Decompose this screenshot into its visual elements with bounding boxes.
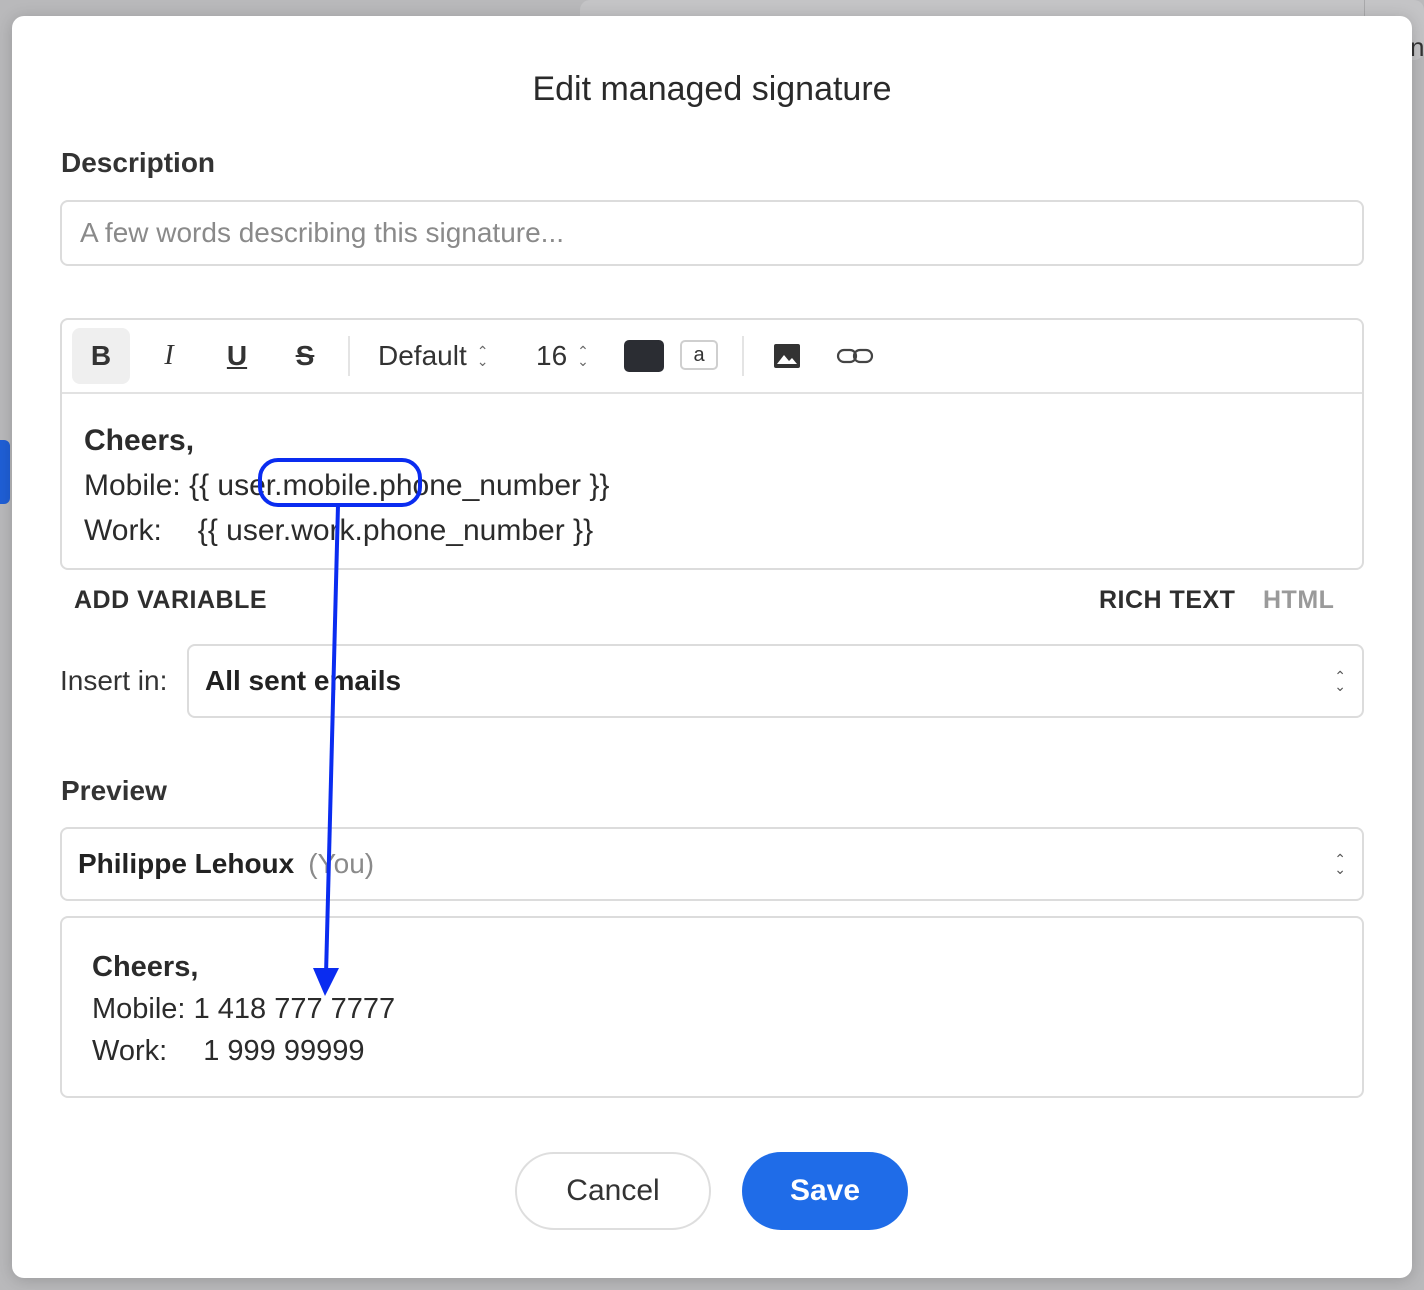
signature-editor: B I U S Default ⌃ ⌄ 16 ⌃ ⌄ a Cheers, Mob… [60,318,1364,570]
preview-work-label: Work: [92,1035,168,1067]
italic-button[interactable]: I [140,328,198,384]
updown-chevron-icon: ⌃ ⌄ [1334,851,1346,877]
font-size-select[interactable]: 16 ⌃ ⌄ [536,328,600,384]
html-tab[interactable]: HTML [1263,586,1334,615]
updown-chevron-icon: ⌃ ⌄ [476,343,489,369]
preview-user-select[interactable]: Philippe Lehoux (You) ⌃ ⌄ [60,827,1364,901]
work-variable: {{ user.work.phone_number }} [197,514,594,547]
mobile-variable: {{ user.mobile.phone_number }} [189,469,610,502]
preview-work-value: 1 999 99999 [203,1035,365,1067]
link-icon [836,348,874,364]
insert-in-select[interactable]: All sent emails ⌃ ⌄ [187,644,1364,718]
preview-signature: Cheers, Mobile: 1 418 777 7777 Work: 1 99… [92,946,395,1072]
bold-button[interactable]: B [72,328,130,384]
preview-line-mobile: Mobile: 1 418 777 7777 [92,988,395,1030]
description-input[interactable] [60,200,1364,266]
text-color-swatch[interactable] [624,340,664,372]
toolbar-separator [742,336,744,376]
font-size-value: 16 [536,340,568,371]
insert-image-button[interactable] [764,328,810,384]
preview-mobile-value: 1 418 777 7777 [193,993,396,1025]
preview-user-name: Philippe Lehoux [78,848,295,879]
preview-label: Preview [61,775,167,806]
strikethrough-button[interactable]: S [276,328,334,384]
modal-title: Edit managed signature [532,70,892,108]
bold-glyph: B [90,340,112,371]
toolbar-separator [348,336,350,376]
underline-glyph: U [226,340,248,371]
updown-chevron-icon: ⌃ ⌄ [577,343,589,369]
highlight-color-button[interactable]: a [680,340,718,370]
rich-text-tab[interactable]: RICH TEXT [1099,586,1235,615]
strikethrough-glyph: S [295,340,315,371]
cancel-button[interactable]: Cancel [515,1152,711,1230]
editor-line-greeting: Cheers, [84,424,195,457]
preview-line-greeting: Cheers, [92,951,199,983]
editor-line-work: Work: {{ user.work.phone_number }} [84,508,609,553]
editor-line-mobile: Mobile: {{ user.mobile.phone_number }} [84,463,609,508]
updown-chevron-icon: ⌃ ⌄ [1334,668,1346,694]
insert-in-value: All sent emails [205,665,402,696]
preview-line-work: Work: 1 999 99999 [92,1030,395,1072]
work-label: Work: [84,514,162,547]
save-button[interactable]: Save [742,1152,908,1230]
edit-signature-modal: Edit managed signature Description B I U… [12,16,1412,1278]
underline-button[interactable]: U [208,328,266,384]
description-label: Description [61,147,216,178]
background-text-fragment: n [1410,32,1424,62]
highlight-glyph: a [693,343,705,366]
insert-link-button[interactable] [830,328,880,384]
preview-content: Cheers, Mobile: 1 418 777 7777 Work: 1 99… [60,916,1364,1098]
font-family-select[interactable]: Default ⌃ ⌄ [378,328,506,384]
italic-glyph: I [164,340,174,371]
font-family-value: Default [378,340,467,371]
preview-user-suffix: (You) [308,848,375,879]
background-accent-tab [0,440,10,504]
image-icon [774,344,800,368]
add-variable-link[interactable]: ADD VARIABLE [74,586,267,615]
editor-content[interactable]: Cheers, Mobile: {{ user.mobile.phone_num… [84,418,609,553]
mobile-label: Mobile: [84,469,181,502]
insert-in-label: Insert in: [60,665,168,696]
editor-toolbar: B I U S Default ⌃ ⌄ 16 ⌃ ⌄ a [62,320,1362,394]
preview-mobile-label: Mobile: [92,993,186,1025]
